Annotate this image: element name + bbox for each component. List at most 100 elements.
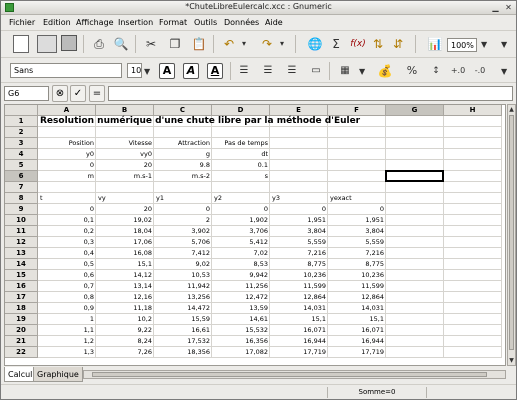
cell-c5[interactable]: 9.8	[154, 160, 212, 171]
new-file-icon[interactable]	[13, 35, 29, 53]
cell-c22[interactable]: 18,356	[154, 347, 212, 358]
cell-f16[interactable]: 11,599	[328, 281, 386, 292]
row-header-11[interactable]: 11	[5, 226, 38, 237]
cell-a9[interactable]: 0	[38, 204, 96, 215]
toolbar-overflow-icon[interactable]: ▼	[501, 40, 507, 49]
cell-e14[interactable]: 8,775	[270, 259, 328, 270]
font-size-dropdown-icon[interactable]: ▼	[144, 67, 150, 76]
horizontal-scrollbar[interactable]	[83, 370, 506, 379]
cell-f21[interactable]: 16,944	[328, 336, 386, 347]
sheet-title-cell[interactable]: Resolution numérique d'une chute libre p…	[38, 116, 386, 127]
column-header-f[interactable]: F	[328, 105, 386, 116]
row-header-19[interactable]: 19	[5, 314, 38, 325]
cell-f19[interactable]: 15,1	[328, 314, 386, 325]
cell-d8[interactable]: y2	[212, 193, 270, 204]
cell-e9[interactable]: 0	[270, 204, 328, 215]
cell-e10[interactable]: 1,951	[270, 215, 328, 226]
chart-icon[interactable]: 📊	[425, 34, 445, 54]
cell-b9[interactable]: 20	[96, 204, 154, 215]
cell-reference-box[interactable]: G6	[4, 86, 49, 101]
tab-calcul[interactable]: Calcul	[4, 367, 37, 382]
cell-a14[interactable]: 0,5	[38, 259, 96, 270]
cell-e18[interactable]: 14,031	[270, 303, 328, 314]
cell-c12[interactable]: 5,706	[154, 237, 212, 248]
row-header-10[interactable]: 10	[5, 215, 38, 226]
cell-a19[interactable]: 1	[38, 314, 96, 325]
cell-d9[interactable]: 0	[212, 204, 270, 215]
cell-b14[interactable]: 15,1	[96, 259, 154, 270]
menu-edition[interactable]: Edition	[43, 18, 71, 27]
cell-d21[interactable]: 16,356	[212, 336, 270, 347]
cell-a18[interactable]: 0,9	[38, 303, 96, 314]
zoom-dropdown-icon[interactable]: ▼	[481, 40, 487, 49]
menu-affichage[interactable]: Affichage	[76, 18, 114, 27]
cell-c18[interactable]: 14,472	[154, 303, 212, 314]
cell-b18[interactable]: 11,18	[96, 303, 154, 314]
selected-cell-g6[interactable]	[385, 170, 444, 182]
cell-d22[interactable]: 17,082	[212, 347, 270, 358]
cut-icon[interactable]: ✂	[141, 34, 161, 54]
cell-a13[interactable]: 0,4	[38, 248, 96, 259]
cell-a4[interactable]: y0	[38, 149, 96, 160]
italic-button[interactable]: A	[183, 63, 199, 79]
cell-f15[interactable]: 10,236	[328, 270, 386, 281]
cell-a12[interactable]: 0,3	[38, 237, 96, 248]
menu-donnees[interactable]: Données	[224, 18, 259, 27]
cell-c17[interactable]: 13,256	[154, 292, 212, 303]
column-header-h[interactable]: H	[444, 105, 502, 116]
cell-e17[interactable]: 12,864	[270, 292, 328, 303]
cell-d3[interactable]: Pas de temps	[212, 138, 270, 149]
cell-c3[interactable]: Attraction	[154, 138, 212, 149]
column-header-c[interactable]: C	[154, 105, 212, 116]
cell-b5[interactable]: 20	[96, 160, 154, 171]
column-header-b[interactable]: B	[96, 105, 154, 116]
cell-c15[interactable]: 10,53	[154, 270, 212, 281]
cell-d10[interactable]: 1,902	[212, 215, 270, 226]
cell-f18[interactable]: 14,031	[328, 303, 386, 314]
hyperlink-icon[interactable]: 🌐	[305, 34, 325, 54]
close-icon[interactable]: ✕	[504, 3, 513, 12]
cell-d11[interactable]: 3,706	[212, 226, 270, 237]
cell-e8[interactable]: y3	[270, 193, 328, 204]
cell-e12[interactable]: 5,559	[270, 237, 328, 248]
cell-d14[interactable]: 8,53	[212, 259, 270, 270]
column-header-e[interactable]: E	[270, 105, 328, 116]
cell-f9[interactable]: 0	[328, 204, 386, 215]
merge-center-icon[interactable]: ▭	[307, 61, 325, 81]
accept-entry-icon[interactable]: ✓	[70, 85, 86, 102]
cell-a15[interactable]: 0,6	[38, 270, 96, 281]
cell-c21[interactable]: 17,532	[154, 336, 212, 347]
align-left-icon[interactable]: ☰	[235, 61, 253, 81]
menu-outils[interactable]: Outils	[194, 18, 217, 27]
cell-d13[interactable]: 7,02	[212, 248, 270, 259]
bold-button[interactable]: A	[159, 63, 175, 79]
sort-ascending-icon[interactable]: ⇅	[369, 34, 387, 54]
scroll-up-icon[interactable]: ▲	[508, 105, 515, 114]
cell-e13[interactable]: 7,216	[270, 248, 328, 259]
undo-icon[interactable]: ↶	[219, 34, 239, 54]
cell-d20[interactable]: 15,532	[212, 325, 270, 336]
row-header-13[interactable]: 13	[5, 248, 38, 259]
cell-b8[interactable]: vy	[96, 193, 154, 204]
undo-dropdown-icon[interactable]: ▾	[239, 34, 249, 54]
row-header-5[interactable]: 5	[5, 160, 38, 171]
print-icon[interactable]: ⎙	[89, 34, 109, 54]
row-header-16[interactable]: 16	[5, 281, 38, 292]
horizontal-scroll-thumb[interactable]	[92, 372, 487, 377]
save-icon[interactable]	[61, 35, 77, 51]
cell-b12[interactable]: 17,06	[96, 237, 154, 248]
cell-d6[interactable]: s	[212, 171, 270, 182]
cell-f17[interactable]: 12,864	[328, 292, 386, 303]
cell-c4[interactable]: g	[154, 149, 212, 160]
cell-e11[interactable]: 3,804	[270, 226, 328, 237]
redo-dropdown-icon[interactable]: ▾	[277, 34, 287, 54]
borders-icon[interactable]: ▦	[335, 61, 355, 81]
cell-a11[interactable]: 0,2	[38, 226, 96, 237]
vertical-scrollbar[interactable]: ▲ ▼	[507, 104, 516, 366]
cell-f22[interactable]: 17,719	[328, 347, 386, 358]
spreadsheet-grid[interactable]: A B C D E F G H 1 2 3 4 5 6 7 8 9 10 11 12 13 14 15 16 17 18 19 20 2…	[4, 104, 506, 366]
row-header-15[interactable]: 15	[5, 270, 38, 281]
cell-c14[interactable]: 9,02	[154, 259, 212, 270]
cell-a22[interactable]: 1,3	[38, 347, 96, 358]
sort-descending-icon[interactable]: ⇵	[389, 34, 407, 54]
